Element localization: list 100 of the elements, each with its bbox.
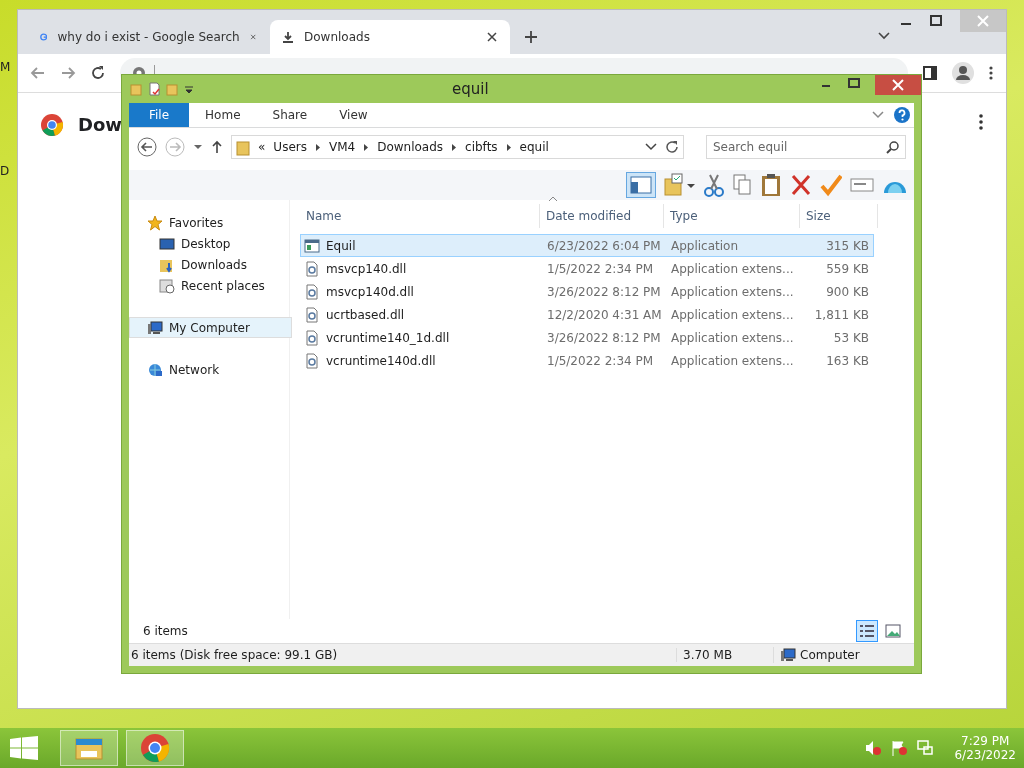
chevron-right-icon [314, 142, 321, 152]
checkmark-icon[interactable] [820, 173, 842, 197]
size-cell-text: 559 KB [825, 261, 870, 276]
status-text: 6 items (Disk free space: 99.1 GB) [130, 648, 339, 662]
nav-item[interactable]: Downloads [129, 254, 292, 275]
scissors-icon[interactable] [704, 173, 724, 197]
status-location: Computer [800, 648, 860, 662]
type-cell-text: Application extens... [670, 261, 795, 276]
type-cell-text: Application extens... [670, 353, 795, 368]
breadcrumb-item[interactable]: Users [273, 140, 307, 154]
list-icon [858, 622, 876, 640]
breadcrumb-overflow[interactable]: « [258, 140, 266, 154]
speaker-muted-icon[interactable] [864, 739, 883, 757]
back-icon[interactable] [137, 137, 157, 157]
copy-icon[interactable] [732, 173, 752, 197]
network-icon[interactable] [916, 739, 935, 757]
side-panel-icon[interactable] [922, 65, 938, 81]
preview-pane-icon[interactable] [626, 172, 656, 198]
plus-icon[interactable] [524, 30, 538, 44]
search-field[interactable]: Search equil [706, 135, 906, 159]
star-icon [147, 214, 163, 231]
browser-tab[interactable]: Downloads [270, 20, 510, 54]
file-name: ucrtbased.dll [326, 307, 405, 322]
file-row[interactable]: Equil 6/23/2022 6:04 PM Application 315 KB [300, 234, 874, 257]
chevron-down-icon[interactable] [878, 32, 890, 40]
dropdown-icon[interactable] [184, 84, 194, 94]
ribbon-tab[interactable]: File [129, 103, 190, 127]
menu-icon[interactable] [988, 65, 994, 81]
chevron-right-icon [363, 142, 370, 152]
breadcrumb-item[interactable]: VM4 [328, 140, 356, 154]
size-cell-text: 1,811 KB [813, 307, 870, 322]
help-icon[interactable] [894, 107, 910, 123]
gear-file-icon [304, 352, 320, 369]
ribbon-tab[interactable]: View [323, 103, 384, 127]
date-cell-text: 1/5/2022 2:34 PM [546, 261, 655, 276]
file-row[interactable]: msvcp140d.dll 3/26/2022 8:12 PM Application extens... 900 KB [300, 280, 874, 303]
date-cell-text: 12/2/2020 4:31 AM [546, 307, 663, 322]
column-header[interactable]: Type [664, 204, 800, 228]
column-header[interactable]: Size [800, 204, 878, 228]
file-name: msvcp140.dll [326, 261, 407, 276]
date-cell-text: 1/5/2022 2:34 PM [546, 353, 655, 368]
clipboard-icon[interactable] [760, 173, 782, 197]
breadcrumb-item[interactable]: equil [519, 140, 549, 154]
up-arrow-icon[interactable] [211, 140, 223, 154]
nav-item[interactable]: My Computer [129, 317, 292, 338]
gear-file-icon [304, 260, 320, 277]
file-name: msvcp140d.dll [326, 284, 414, 299]
gear-file-icon [304, 306, 320, 323]
file-row[interactable]: vcruntime140_1d.dll 3/26/2022 8:12 PM Application extens... 53 KB [300, 326, 874, 349]
nav-item[interactable]: Favorites [129, 212, 292, 233]
nav-item[interactable]: Recent places [129, 275, 292, 296]
windows-logo-icon[interactable] [10, 736, 38, 760]
dropdown-icon[interactable] [193, 144, 203, 150]
ribbon-tab[interactable]: Share [256, 103, 324, 127]
column-header[interactable]: Date modified [540, 204, 664, 228]
folder-options-icon[interactable] [664, 173, 696, 197]
ribbon-tab[interactable]: Home [189, 103, 257, 127]
date-cell-text: 3/26/2022 8:12 PM [546, 284, 662, 299]
search-icon[interactable] [886, 140, 899, 154]
size-cell-text: 163 KB [825, 353, 870, 368]
taskbar-button[interactable] [60, 730, 118, 766]
flag-icon[interactable] [890, 739, 909, 757]
maximize-icon[interactable] [930, 15, 942, 27]
image-icon [884, 622, 902, 640]
type-cell-text: Application extens... [670, 330, 795, 345]
column-header[interactable]: Name [300, 204, 540, 228]
file-row[interactable]: ucrtbased.dll 12/2/2020 4:31 AM Application extens... 1,811 KB [300, 303, 874, 326]
chevron-down-icon[interactable] [645, 143, 657, 151]
computer-icon [147, 319, 163, 336]
reload-icon[interactable] [90, 65, 106, 81]
globe-icon [147, 361, 163, 378]
menu-icon[interactable] [978, 113, 984, 131]
computer-icon [780, 647, 796, 663]
properties-icon[interactable] [148, 82, 160, 96]
size-cell-text: 53 KB [832, 330, 870, 345]
size-cell-text: 900 KB [825, 284, 870, 299]
gear-file-icon [304, 329, 320, 346]
close-icon[interactable] [486, 31, 498, 43]
taskbar-button[interactable] [126, 730, 184, 766]
address-bar[interactable]: « Users VM4 Downloads cibfts equil [231, 135, 684, 159]
file-row[interactable]: vcruntime140d.dll 1/5/2022 2:34 PM Application extens... 163 KB [300, 349, 874, 372]
window-icon [304, 237, 320, 254]
nav-item[interactable]: Network [129, 359, 292, 380]
forward-icon[interactable] [60, 65, 76, 81]
page-title: Dow [78, 113, 122, 137]
avatar-icon[interactable] [952, 62, 974, 84]
delete-x-icon[interactable] [790, 173, 812, 197]
breadcrumb-item[interactable]: cibfts [465, 140, 498, 154]
breadcrumb-item[interactable]: Downloads [377, 140, 444, 154]
browser-tab[interactable]: why do i exist - Google Search [28, 20, 268, 54]
close-icon[interactable] [875, 75, 921, 95]
details-view-button[interactable] [856, 620, 878, 642]
file-row[interactable]: msvcp140.dll 1/5/2022 2:34 PM Application extens... 559 KB [300, 257, 874, 280]
google-icon [40, 30, 48, 44]
refresh-icon[interactable] [665, 140, 679, 154]
date-cell-text: 3/26/2022 8:12 PM [546, 330, 662, 345]
size-cell-text: 315 KB [825, 238, 870, 253]
nav-item[interactable]: Desktop [129, 233, 292, 254]
file-name: vcruntime140d.dll [326, 353, 436, 368]
type-cell-text: Application extens... [670, 307, 795, 322]
